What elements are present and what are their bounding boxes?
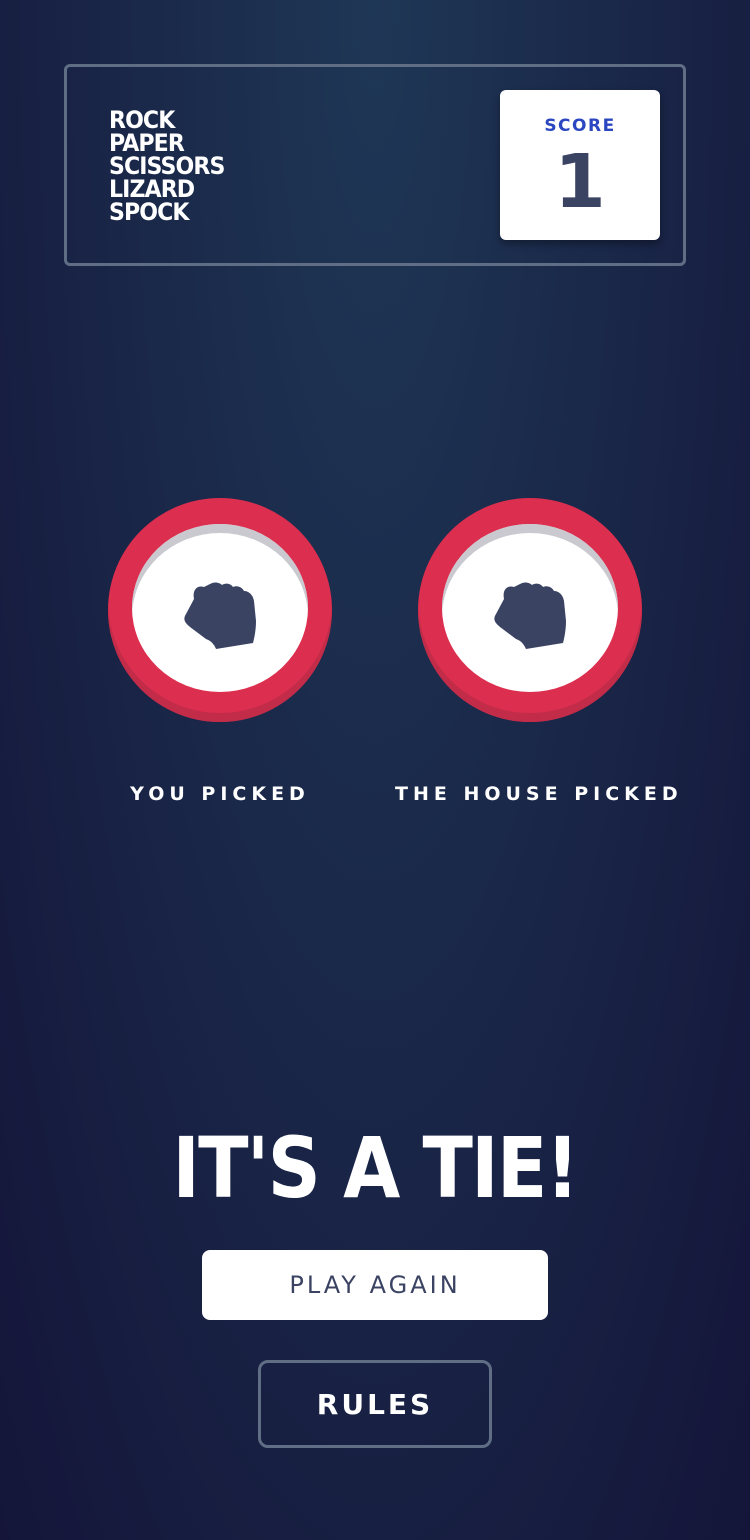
house-pick-label: THE HOUSE PICKED <box>395 783 683 805</box>
logo-line: SPOCK <box>109 198 189 226</box>
token-face <box>442 524 618 692</box>
rock-icon <box>494 582 566 649</box>
play-again-button[interactable]: PLAY AGAIN <box>202 1250 548 1320</box>
player-pick-token <box>108 498 332 722</box>
token-face <box>132 524 308 692</box>
rock-icon <box>184 582 256 649</box>
score-box: SCORE 1 <box>500 90 660 240</box>
rules-button[interactable]: RULES <box>258 1360 492 1448</box>
game-logo: ROCK PAPER SCISSORS LIZARD SPOCK <box>109 108 235 226</box>
player-pick-label: YOU PICKED <box>130 783 310 805</box>
score-label: SCORE <box>544 116 616 136</box>
house-pick-token <box>418 498 642 722</box>
score-value: 1 <box>554 139 606 225</box>
result-text: IT'S A TIE! <box>172 1119 579 1217</box>
header: ROCK PAPER SCISSORS LIZARD SPOCK SCORE 1 <box>64 64 686 266</box>
